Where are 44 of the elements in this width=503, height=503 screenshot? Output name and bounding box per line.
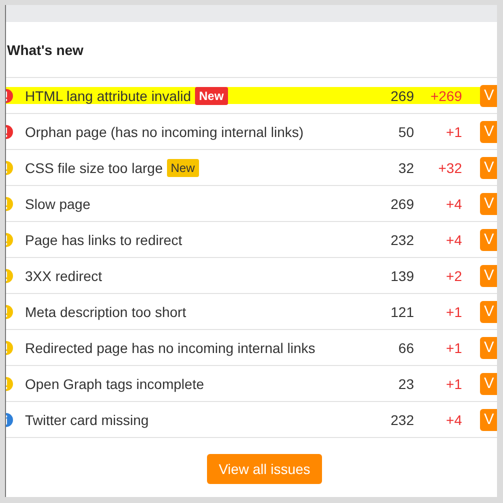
issue-count: 32 bbox=[397, 160, 414, 176]
issue-link[interactable]: HTML lang attribute invalid bbox=[25, 88, 192, 104]
view-button[interactable]: V bbox=[480, 336, 497, 358]
issue-change: +4 bbox=[445, 232, 462, 248]
issue-count: 66 bbox=[397, 340, 414, 356]
issue-link[interactable]: Redirected page has no incoming internal links bbox=[25, 340, 316, 356]
view-button[interactable]: V bbox=[480, 84, 497, 106]
issue-change: +4 bbox=[445, 196, 462, 212]
new-badge: New bbox=[166, 158, 199, 176]
section-title: What's new bbox=[7, 42, 84, 58]
view-button[interactable]: V bbox=[480, 120, 497, 142]
issue-count: 269 bbox=[390, 88, 414, 104]
issue-count: 50 bbox=[397, 124, 414, 140]
view-button[interactable]: V bbox=[480, 372, 497, 394]
view-button[interactable]: V bbox=[480, 156, 497, 178]
issue-link[interactable]: Meta description too short bbox=[25, 304, 186, 320]
issue-link[interactable]: 3XX redirect bbox=[25, 268, 102, 284]
issue-link[interactable]: Slow page bbox=[25, 196, 90, 212]
view-button[interactable]: V bbox=[480, 192, 497, 214]
issue-count: 139 bbox=[390, 268, 414, 284]
issue-link[interactable]: Open Graph tags incomplete bbox=[25, 376, 204, 392]
issue-link[interactable]: Page has links to redirect bbox=[25, 232, 182, 248]
issue-link[interactable]: CSS file size too large bbox=[25, 160, 163, 176]
issue-change: +32 bbox=[437, 160, 462, 176]
issue-count: 23 bbox=[397, 376, 414, 392]
issue-count: 121 bbox=[390, 304, 414, 320]
issue-link[interactable]: Orphan page (has no incoming internal links) bbox=[25, 124, 304, 140]
issue-change: +1 bbox=[445, 124, 462, 140]
view-button[interactable]: V bbox=[480, 228, 497, 250]
issue-change: +4 bbox=[445, 412, 462, 428]
issue-count: 269 bbox=[390, 196, 414, 212]
issue-link[interactable]: Twitter card missing bbox=[25, 412, 149, 428]
view-button[interactable]: V bbox=[480, 264, 497, 286]
issue-count: 232 bbox=[390, 232, 414, 248]
new-badge: New bbox=[195, 86, 228, 104]
issue-change: +2 bbox=[445, 268, 462, 284]
view-button[interactable]: V bbox=[480, 300, 497, 322]
issue-change: +1 bbox=[445, 304, 462, 320]
issue-change: +1 bbox=[445, 340, 462, 356]
issue-change: +269 bbox=[429, 88, 462, 104]
view-button[interactable]: V bbox=[480, 408, 497, 430]
view-all-button[interactable]: View all issues bbox=[206, 454, 322, 484]
issue-change: +1 bbox=[445, 376, 462, 392]
issue-count: 232 bbox=[390, 412, 414, 428]
